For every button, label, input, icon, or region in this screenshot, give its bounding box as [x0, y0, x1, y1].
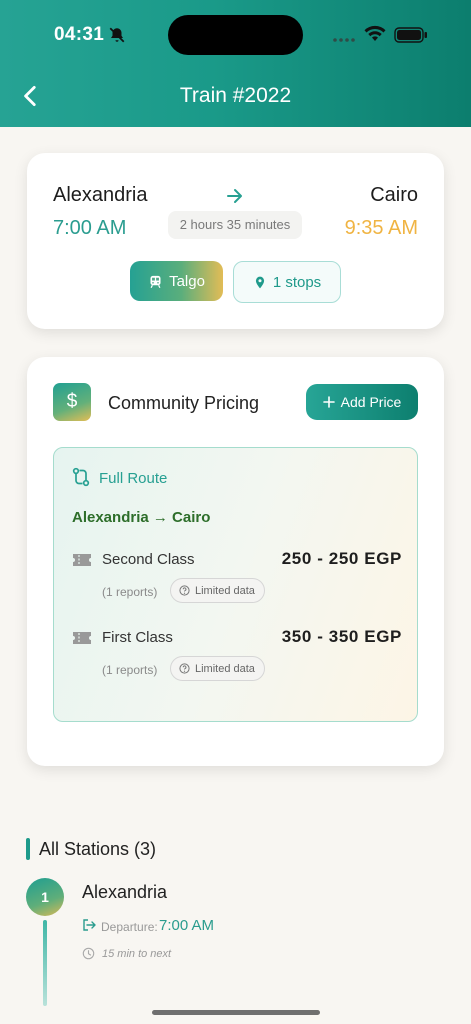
train-type-label: Talgo: [169, 272, 205, 290]
add-price-button[interactable]: Add Price: [306, 384, 418, 420]
arrival-time: 9:35 AM: [344, 217, 418, 239]
full-route-pricing: Full Route Alexandria → Cairo Second Cla…: [53, 447, 418, 722]
wifi-icon: [364, 25, 386, 41]
report-count: (1 reports): [102, 663, 158, 677]
ticket-icon: [73, 632, 91, 644]
help-circle-icon: [179, 585, 190, 596]
help-circle-icon: [179, 663, 190, 674]
destination-city: Cairo: [370, 184, 418, 206]
train-type-chip: Talgo: [130, 261, 223, 301]
class-price: 250 - 250 EGP: [281, 549, 402, 568]
route-summary-card: Alexandria Cairo 7:00 AM 2 hours 35 minu…: [27, 153, 444, 329]
ticket-icon: [73, 554, 91, 566]
battery-icon: [394, 27, 427, 43]
duration-badge: 2 hours 35 minutes: [168, 211, 302, 239]
arrow-right-icon: [227, 189, 242, 203]
limited-data-badge[interactable]: Limited data: [170, 656, 265, 681]
stops-label: 1 stops: [272, 273, 322, 291]
dollar-icon: $: [53, 383, 91, 421]
time-to-next: 15 min to next: [102, 948, 172, 960]
train-icon: [150, 275, 161, 288]
origin-city: Alexandria: [53, 184, 148, 206]
timeline-line: [43, 920, 47, 1006]
departure-icon: [83, 919, 96, 931]
station-name: Alexandria: [82, 882, 168, 902]
page-title: Train #2022: [179, 84, 292, 107]
station-number: 1: [26, 878, 64, 916]
bell-muted-icon: [109, 27, 125, 43]
pricing-title: Community Pricing: [108, 393, 260, 413]
signal-dots-icon: [333, 38, 355, 42]
location-pin-icon: [255, 276, 264, 288]
stations-title: All Stations (3): [39, 839, 157, 859]
home-indicator[interactable]: [152, 1010, 320, 1015]
report-count: (1 reports): [102, 585, 158, 599]
status-time: 04:31: [54, 24, 105, 45]
plus-icon: [322, 396, 335, 408]
app-header: 04:31 Train #2022: [0, 0, 471, 127]
limited-data-badge[interactable]: Limited data: [170, 578, 265, 603]
stops-chip[interactable]: 1 stops: [233, 261, 341, 303]
class-name: Second Class: [102, 551, 195, 568]
departure-value: 7:00 AM: [159, 917, 215, 934]
section-accent-bar: [26, 838, 30, 860]
class-price: 350 - 350 EGP: [281, 627, 402, 646]
departure-label: Departure:: [101, 920, 158, 934]
departure-time: 7:00 AM: [53, 217, 127, 239]
clock-icon: [82, 947, 95, 960]
dynamic-island: [168, 15, 303, 55]
class-name: First Class: [102, 629, 173, 646]
full-route-label: Full Route: [99, 470, 168, 487]
origin-destination-label: Alexandria → Cairo: [72, 509, 211, 526]
route-icon: [72, 467, 90, 487]
community-pricing-card: $ Community Pricing Add Price Full Route…: [27, 357, 444, 766]
